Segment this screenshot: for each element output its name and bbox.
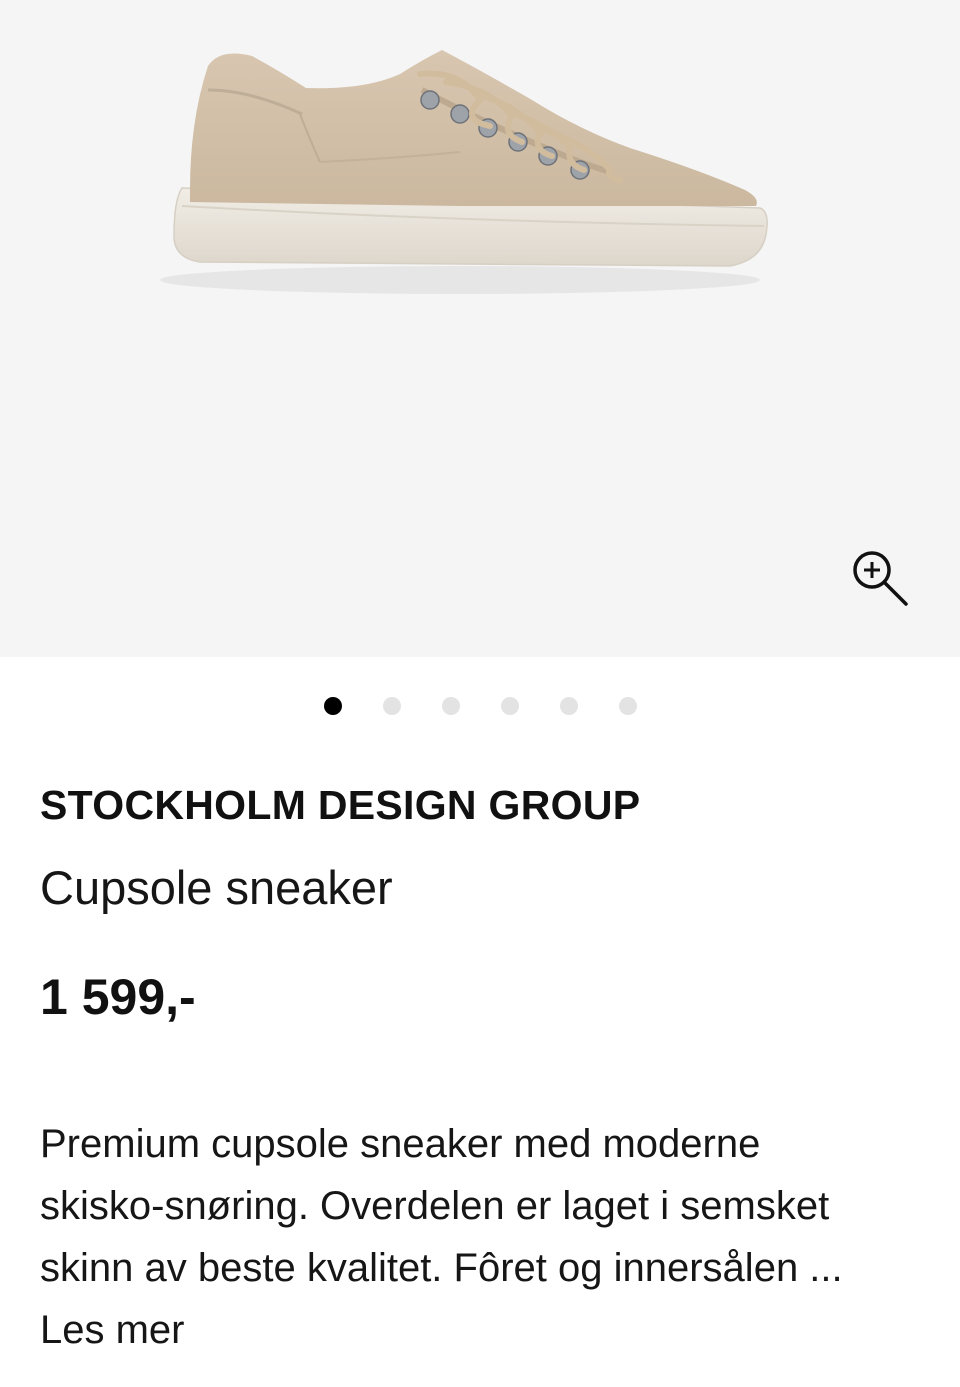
pagination-dot-3[interactable]: [442, 697, 460, 715]
pagination-dot-6[interactable]: [619, 697, 637, 715]
gallery-pagination: [0, 696, 960, 716]
zoom-in-icon[interactable]: [848, 546, 910, 608]
read-more-link[interactable]: Les mer: [40, 1299, 185, 1361]
description-line: skinn av beste kvalitet. Fôret og inners…: [40, 1246, 843, 1290]
description-line: Premium cupsole sneaker med moderne: [40, 1122, 761, 1166]
pagination-dot-4[interactable]: [501, 697, 519, 715]
brand-name[interactable]: STOCKHOLM DESIGN GROUP: [40, 780, 920, 830]
pagination-dot-2[interactable]: [383, 697, 401, 715]
product-description: Premium cupsole sneaker med moderne skis…: [40, 1113, 930, 1299]
product-title: Cupsole sneaker: [40, 861, 393, 914]
pagination-dot-5[interactable]: [560, 697, 578, 715]
product-image[interactable]: [160, 30, 780, 310]
pagination-dot-1[interactable]: [324, 697, 342, 715]
product-gallery[interactable]: [0, 0, 960, 657]
product-price: 1 599,-: [40, 969, 196, 1025]
description-line: skisko-snøring. Overdelen er laget i sem…: [40, 1184, 830, 1228]
